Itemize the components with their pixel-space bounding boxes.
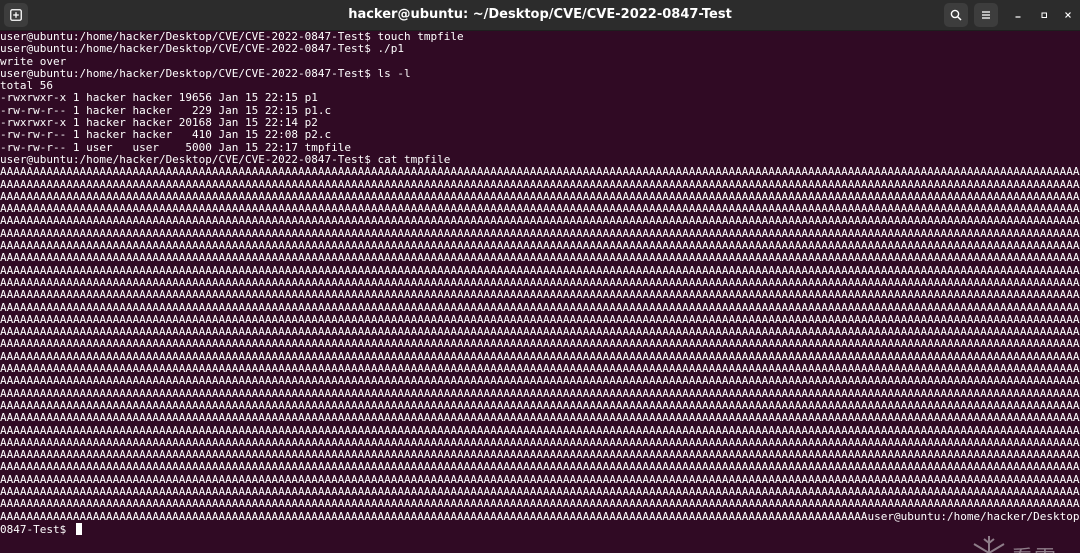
watermark-text: 看雪: [1011, 541, 1057, 553]
watermark: 看雪: [971, 531, 1067, 553]
close-button[interactable]: [1058, 5, 1078, 25]
close-icon: [1065, 12, 1071, 18]
search-button[interactable]: [944, 3, 968, 27]
terminal-text: user@ubuntu:/home/hacker/Desktop/CVE/CVE…: [0, 31, 1080, 536]
title-bar: hacker@ubuntu: ~/Desktop/CVE/CVE-2022-08…: [0, 0, 1080, 31]
file-dump-output: AAAAAAAAAAAAAAAAAAAAAAAAAAAAAAAAAAAAAAAA…: [0, 165, 1080, 523]
hamburger-menu-icon: [982, 11, 990, 19]
minimize-button[interactable]: [1008, 5, 1028, 25]
terminal-window: hacker@ubuntu: ~/Desktop/CVE/CVE-2022-08…: [0, 0, 1080, 553]
search-icon: [950, 9, 962, 21]
text-cursor: [75, 522, 82, 535]
final-prompt: 0847-Test$: [0, 522, 73, 536]
maximize-icon: [1041, 12, 1047, 18]
maximize-button[interactable]: [1034, 5, 1054, 25]
command-history: user@ubuntu:/home/hacker/Desktop/CVE/CVE…: [0, 31, 464, 166]
minimize-icon: [1015, 16, 1021, 18]
snowflake-icon: [973, 536, 1005, 553]
window-title: hacker@ubuntu: ~/Desktop/CVE/CVE-2022-08…: [348, 7, 732, 22]
menu-button[interactable]: [974, 3, 998, 27]
terminal-output-area[interactable]: user@ubuntu:/home/hacker/Desktop/CVE/CVE…: [0, 31, 1080, 553]
